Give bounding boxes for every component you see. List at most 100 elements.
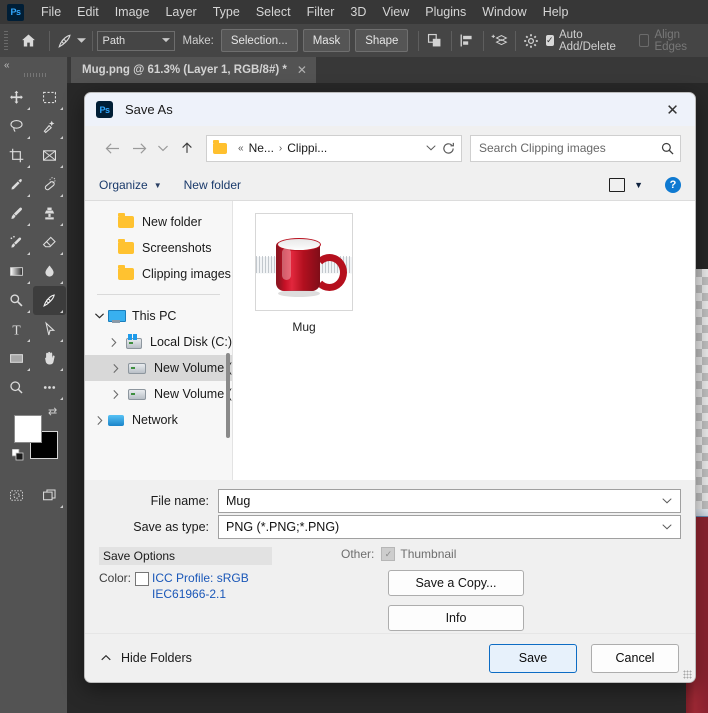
cancel-button[interactable]: Cancel [591, 643, 679, 673]
rectangular-marquee-tool[interactable] [33, 83, 66, 112]
save-button[interactable]: Save [489, 643, 577, 673]
nav-item-new-folder[interactable]: New folder [85, 209, 232, 235]
menu-filter[interactable]: Filter [299, 0, 343, 24]
hide-folders-button[interactable]: Hide Folders [101, 651, 192, 665]
search-icon[interactable] [661, 142, 674, 155]
type-tool[interactable]: T [0, 315, 33, 344]
breadcrumb-part-1[interactable]: Ne... [249, 141, 274, 155]
gear-icon[interactable] [520, 28, 541, 54]
chevron-down-icon[interactable] [658, 523, 676, 530]
swap-colors-icon[interactable]: ⇄ [48, 405, 57, 418]
menu-layer[interactable]: Layer [157, 0, 204, 24]
tools-panel-grip[interactable] [24, 73, 46, 77]
auto-add-delete-checkbox[interactable]: ✓ [545, 35, 554, 46]
chevron-down-icon[interactable] [420, 145, 442, 151]
nav-item-clipping-images[interactable]: Clipping images [85, 261, 232, 287]
edit-toolbar-tool[interactable] [33, 373, 66, 402]
menu-plugins[interactable]: Plugins [417, 0, 474, 24]
screen-mode-toggle[interactable] [33, 481, 66, 510]
view-options[interactable]: ▼ [609, 178, 643, 192]
nav-item-new-volume-1[interactable]: New Volume ( [85, 355, 232, 381]
chevron-down-icon[interactable] [658, 497, 676, 504]
move-tool[interactable] [0, 83, 33, 112]
file-list[interactable]: Mug [233, 201, 695, 480]
nav-item-screenshots[interactable]: Screenshots [85, 235, 232, 261]
save-a-copy-button[interactable]: Save a Copy... [388, 570, 524, 596]
search-input[interactable] [477, 140, 661, 156]
crop-tool[interactable] [0, 141, 33, 170]
navigation-pane[interactable]: New folder Screenshots Clipping images T… [85, 201, 233, 480]
new-folder-button[interactable]: New folder [184, 178, 241, 192]
zoom-tool[interactable] [0, 373, 33, 402]
eyedropper-tool[interactable] [0, 170, 33, 199]
forward-button[interactable] [126, 135, 153, 162]
close-icon[interactable]: ✕ [297, 63, 307, 77]
path-operations-icon[interactable] [424, 28, 445, 54]
chevron-down-icon[interactable]: ▼ [634, 180, 643, 190]
navigation-pane-scrollbar[interactable] [226, 353, 230, 438]
menu-select[interactable]: Select [248, 0, 299, 24]
make-shape-button[interactable]: Shape [355, 29, 409, 52]
history-brush-tool[interactable] [0, 228, 33, 257]
home-icon[interactable] [18, 28, 39, 54]
menu-image[interactable]: Image [107, 0, 158, 24]
rectangle-tool[interactable] [0, 344, 33, 373]
collapse-panel-icon[interactable]: « [4, 60, 9, 71]
view-layout-icon[interactable] [609, 178, 626, 192]
menu-window[interactable]: Window [474, 0, 534, 24]
menu-view[interactable]: View [374, 0, 417, 24]
dialog-title-bar[interactable]: Ps Save As ✕ [85, 93, 695, 126]
frame-tool[interactable] [33, 141, 66, 170]
nav-item-new-volume-2[interactable]: New Volume ( [85, 381, 232, 407]
path-selection-tool[interactable] [33, 315, 66, 344]
resize-grip-icon[interactable] [683, 670, 692, 679]
chevron-right-icon[interactable] [107, 363, 124, 373]
pen-tool[interactable] [33, 286, 66, 315]
quick-mask-toggle[interactable] [0, 481, 33, 510]
document-tab[interactable]: Mug.png @ 61.3% (Layer 1, RGB/8#) * ✕ [71, 57, 316, 83]
menu-edit[interactable]: Edit [69, 0, 107, 24]
pen-tool-icon[interactable] [55, 28, 76, 54]
options-bar-grip[interactable] [4, 30, 8, 51]
gradient-tool[interactable] [0, 257, 33, 286]
default-colors-icon[interactable] [12, 449, 24, 461]
refresh-icon[interactable] [442, 142, 459, 155]
menu-help[interactable]: Help [535, 0, 577, 24]
menu-file[interactable]: File [33, 0, 69, 24]
help-icon[interactable]: ? [665, 177, 681, 193]
file-name-input[interactable]: Mug [218, 488, 681, 513]
save-as-type-select[interactable]: PNG (*.PNG;*.PNG) [218, 514, 681, 539]
brush-tool[interactable] [0, 199, 33, 228]
back-button[interactable] [99, 135, 126, 162]
path-arrangement-icon[interactable] [488, 28, 509, 54]
nav-item-local-disk-c[interactable]: Local Disk (C:) [85, 329, 232, 355]
make-selection-button[interactable]: Selection... [220, 29, 298, 52]
tool-preset-caret-icon[interactable] [76, 28, 87, 54]
make-mask-button[interactable]: Mask [302, 29, 351, 52]
icc-profile-checkbox[interactable] [135, 572, 150, 586]
chevron-down-icon[interactable] [91, 313, 108, 319]
hand-tool[interactable] [33, 344, 66, 373]
menu-3d[interactable]: 3D [342, 0, 374, 24]
info-button[interactable]: Info [388, 605, 524, 631]
eraser-tool[interactable] [33, 228, 66, 257]
path-alignment-icon[interactable] [456, 28, 477, 54]
dodge-tool[interactable] [0, 286, 33, 315]
lasso-tool[interactable] [0, 112, 33, 141]
breadcrumb-part-2[interactable]: Clippi... [287, 141, 327, 155]
path-mode-select[interactable]: Path [97, 30, 176, 51]
nav-item-network[interactable]: Network [85, 407, 232, 433]
up-one-level-button[interactable] [173, 135, 200, 162]
list-item[interactable]: Mug [249, 213, 359, 334]
chevron-right-icon[interactable] [107, 337, 122, 347]
spot-healing-brush-tool[interactable] [33, 170, 66, 199]
organize-button[interactable]: Organize ▼ [99, 178, 162, 192]
chevron-right-icon[interactable] [107, 389, 124, 399]
nav-item-this-pc[interactable]: This PC [85, 303, 232, 329]
object-selection-tool[interactable] [33, 112, 66, 141]
clone-stamp-tool[interactable] [33, 199, 66, 228]
recent-locations-button[interactable] [153, 135, 173, 162]
blur-tool[interactable] [33, 257, 66, 286]
close-icon[interactable]: ✕ [650, 93, 695, 126]
search-box[interactable] [470, 134, 681, 162]
